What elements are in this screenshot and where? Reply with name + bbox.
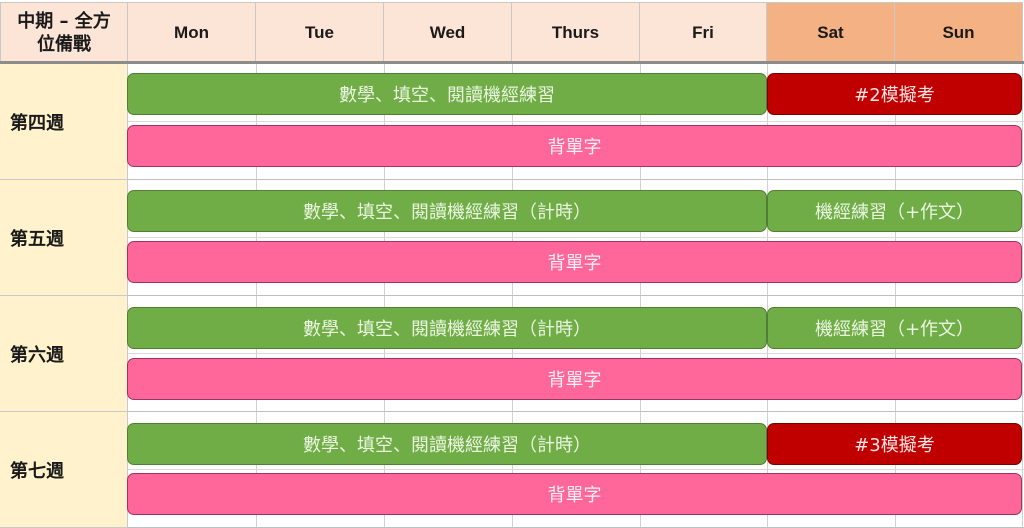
weekend-mock-exam-bar[interactable]: #3模擬考 <box>767 423 1022 465</box>
week-row: 第四週 數學、填空、閱讀機經練習 #2模擬考 背單字 <box>0 64 1024 180</box>
week-label: 第六週 <box>0 296 128 412</box>
week-label: 第七週 <box>0 412 128 528</box>
daily-vocab-bar[interactable]: 背單字 <box>127 125 1022 167</box>
schedule-title-cell: 中期 – 全方 位備戰 <box>0 2 128 62</box>
schedule-title-line2: 位備戰 <box>37 33 91 55</box>
week-row: 第七週 數學、填空、閱讀機經練習（計時） #3模擬考 背單字 <box>0 412 1024 528</box>
study-schedule-grid: 中期 – 全方 位備戰 Mon Tue Wed Thurs Fri Sat Su… <box>0 0 1024 528</box>
weekend-practice-bar[interactable]: 機經練習（+作文） <box>767 190 1022 232</box>
weekday-task-bar[interactable]: 數學、填空、閱讀機經練習（計時） <box>127 307 767 349</box>
grid-line <box>1022 64 1023 180</box>
week-label: 第五週 <box>0 180 128 296</box>
weekday-task-bar[interactable]: 數學、填空、閱讀機經練習（計時） <box>127 190 767 232</box>
daily-vocab-bar[interactable]: 背單字 <box>127 473 1022 515</box>
grid-line <box>128 237 1024 238</box>
day-header-sun: Sun <box>895 2 1023 62</box>
weekday-task-bar[interactable]: 數學、填空、閱讀機經練習（計時） <box>127 423 767 465</box>
grid-line <box>1022 412 1023 528</box>
grid-line <box>128 469 1024 470</box>
week-label: 第四週 <box>0 64 128 180</box>
weekend-mock-exam-bar[interactable]: #2模擬考 <box>767 73 1022 115</box>
week-row: 第五週 數學、填空、閱讀機經練習（計時） 機經練習（+作文） 背單字 <box>0 180 1024 296</box>
day-header-mon: Mon <box>128 2 256 62</box>
day-header-thurs: Thurs <box>512 2 640 62</box>
day-header-tue: Tue <box>256 2 384 62</box>
daily-vocab-bar[interactable]: 背單字 <box>127 358 1022 400</box>
day-header-fri: Fri <box>640 2 767 62</box>
grid-line <box>1022 180 1023 296</box>
grid-line <box>1022 296 1023 412</box>
grid-line <box>128 353 1024 354</box>
schedule-title-line1: 中期 – 全方 <box>17 10 111 32</box>
weekend-practice-bar[interactable]: 機經練習（+作文） <box>767 307 1022 349</box>
grid-line <box>128 121 1024 122</box>
weekday-task-bar[interactable]: 數學、填空、閱讀機經練習 <box>127 73 767 115</box>
day-header-wed: Wed <box>384 2 512 62</box>
day-header-sat: Sat <box>767 2 895 62</box>
daily-vocab-bar[interactable]: 背單字 <box>127 241 1022 283</box>
week-row: 第六週 數學、填空、閱讀機經練習（計時） 機經練習（+作文） 背單字 <box>0 296 1024 412</box>
